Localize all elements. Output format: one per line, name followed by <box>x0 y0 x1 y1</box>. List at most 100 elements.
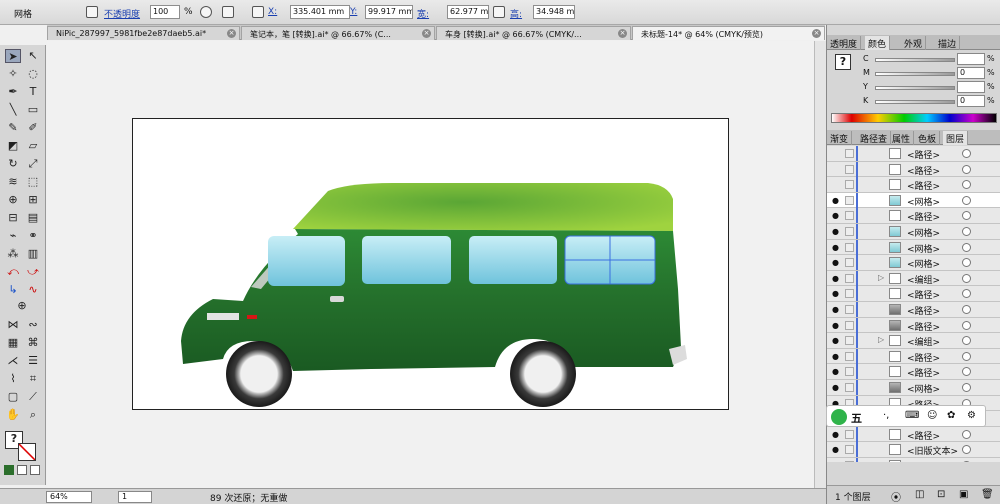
visibility-eye-icon[interactable]: ● <box>832 196 841 205</box>
visibility-eye-icon[interactable]: ● <box>832 274 841 283</box>
selection-tool-icon[interactable]: ➤ <box>5 49 21 63</box>
pencil-tool-icon[interactable]: ✐ <box>25 121 41 135</box>
tab-pathfinder[interactable]: 路径查 <box>857 131 892 145</box>
measure-tool-icon[interactable]: ⌗ <box>25 372 41 386</box>
mesh-twist-tool-icon[interactable]: ⌘ <box>25 336 41 350</box>
eraser-tool-icon[interactable]: ▱ <box>25 139 41 153</box>
tab-swatches[interactable]: 色板 <box>915 131 941 145</box>
artboard[interactable] <box>132 118 729 410</box>
target-circle-icon[interactable] <box>962 445 971 455</box>
lock-toggle-icon[interactable] <box>845 320 854 330</box>
pen-tool-icon[interactable]: ✒ <box>5 85 21 99</box>
layer-row[interactable]: ● ▷ <编组> <box>827 333 1000 349</box>
lock-toggle-icon[interactable] <box>845 180 854 190</box>
slice-tool-icon[interactable]: ⋌ <box>5 354 21 368</box>
make-clipping-mask-icon[interactable]: ◫ <box>915 489 924 500</box>
artboard-tool-icon[interactable]: ▢ <box>5 390 21 404</box>
lock-toggle-icon[interactable] <box>845 195 854 205</box>
tab-gradient[interactable]: 渐变 <box>827 131 853 145</box>
width-tool-icon[interactable]: ⋈ <box>5 318 21 332</box>
layer-row[interactable]: ● <路径> <box>827 302 1000 318</box>
layer-row[interactable]: ● <网格> <box>827 192 1000 209</box>
visibility-eye-icon[interactable]: ● <box>832 227 841 236</box>
tab-attributes[interactable]: 属性 <box>889 131 915 145</box>
target-circle-icon[interactable] <box>962 320 971 330</box>
visibility-eye-icon[interactable]: ● <box>832 243 841 252</box>
color-spectrum-bar[interactable] <box>831 113 997 123</box>
layer-row[interactable]: ● <路径> <box>827 458 1000 462</box>
eyedropper2-tool-icon[interactable]: ⌇ <box>5 372 21 386</box>
new-layer-icon[interactable]: ▣ <box>959 489 968 500</box>
target-circle-icon[interactable] <box>962 305 971 314</box>
lasso-tool-icon[interactable]: ◌ <box>25 67 41 81</box>
new-sublayer-icon[interactable]: ⊡ <box>937 489 945 500</box>
slider-track[interactable] <box>875 58 955 62</box>
slider-value[interactable] <box>957 81 985 93</box>
slider-value[interactable]: 0 <box>957 67 985 79</box>
lock-toggle-icon[interactable] <box>845 429 854 439</box>
target-circle-icon[interactable] <box>962 180 971 190</box>
slider-c[interactable]: C % <box>831 53 997 67</box>
close-icon[interactable]: × <box>422 29 431 38</box>
ime-settings-icon[interactable]: ⚙ <box>967 410 976 421</box>
blend-tool-icon[interactable]: ⚭ <box>25 229 41 243</box>
visibility-eye-icon[interactable]: ● <box>832 430 841 439</box>
slider-track[interactable] <box>875 86 955 90</box>
visibility-eye-icon[interactable]: ● <box>832 461 841 462</box>
paintbrush-tool-icon[interactable]: ✎ <box>5 121 21 135</box>
tab-appearance[interactable]: 外观 <box>901 36 927 50</box>
layer-row[interactable]: ● ▷ <编组> <box>827 270 1000 287</box>
tab-document-1[interactable]: NiPic_287997_5981fbe2e87daeb5.ai* × <box>47 26 240 40</box>
close-icon[interactable]: × <box>227 29 236 38</box>
visibility-eye-icon[interactable]: ● <box>832 383 841 392</box>
line-tool-icon[interactable]: ╲ <box>5 103 21 117</box>
shape-builder-tool-icon[interactable]: ⊕ <box>5 193 21 207</box>
recolor-icon[interactable] <box>200 6 212 18</box>
slider-y[interactable]: Y % <box>831 81 997 95</box>
lock-toggle-icon[interactable] <box>845 383 854 392</box>
close-icon[interactable]: × <box>812 29 821 38</box>
locate-object-icon[interactable]: ⦿ <box>891 489 901 504</box>
ime-mode-label[interactable]: 五 <box>851 410 862 426</box>
column-graph-tool-icon[interactable]: ▥ <box>25 247 41 261</box>
perspective-grid-tool-icon[interactable]: ⊟ <box>5 211 21 225</box>
gradient-mode-icon[interactable] <box>17 465 27 475</box>
lock-toggle-icon[interactable] <box>845 289 854 299</box>
target-circle-icon[interactable] <box>962 211 971 221</box>
lock-toggle-icon[interactable] <box>845 227 854 236</box>
slider-m[interactable]: M 0 % <box>831 67 997 81</box>
layer-row[interactable]: ● <路径> <box>827 364 1000 380</box>
visibility-eye-icon[interactable] <box>832 180 841 189</box>
lock-toggle-icon[interactable] <box>845 367 854 377</box>
zoom-tool-icon[interactable]: ⌕ <box>25 408 41 422</box>
color-mode-icon[interactable] <box>4 465 14 475</box>
rotate-tool-icon[interactable]: ↻ <box>5 157 21 171</box>
lock-toggle-icon[interactable] <box>845 242 854 252</box>
width-input[interactable]: 62.977 mm <box>447 5 489 19</box>
close-icon[interactable]: × <box>618 29 627 38</box>
layer-row[interactable]: ● <路径> <box>827 286 1000 302</box>
slice-select-tool-icon[interactable]: ⟋ <box>25 390 41 404</box>
lock-toggle-icon[interactable] <box>845 351 854 361</box>
y-input[interactable]: 99.917 mm <box>365 5 413 19</box>
layer-row[interactable]: ● <路径> <box>827 348 1000 365</box>
visibility-eye-icon[interactable] <box>832 165 841 174</box>
direct-selection-tool-icon[interactable]: ↖ <box>25 49 41 63</box>
layer-row[interactable]: ● <网格> <box>827 239 1000 256</box>
visibility-eye-icon[interactable]: ● <box>832 367 841 376</box>
constrain-link-icon[interactable] <box>493 6 505 18</box>
lock-toggle-icon[interactable] <box>845 461 854 462</box>
page-select[interactable]: 1 <box>118 491 152 503</box>
slider-k[interactable]: K 0 % <box>831 95 997 109</box>
tab-stroke[interactable]: 描边 <box>935 36 961 50</box>
tab-layers[interactable]: 图层 <box>943 131 969 145</box>
blob-brush-tool-icon[interactable]: ◩ <box>5 139 21 153</box>
visibility-eye-icon[interactable] <box>832 149 841 158</box>
target-circle-icon[interactable] <box>962 383 971 392</box>
layer-row[interactable]: ● <路径> <box>827 317 1000 334</box>
target-circle-icon[interactable] <box>962 242 971 252</box>
opacity-input[interactable]: 100 <box>150 5 180 19</box>
anchor-convert-tool-icon[interactable]: ↳ <box>5 283 21 297</box>
target-circle-icon[interactable] <box>962 273 971 283</box>
target-circle-icon[interactable] <box>962 227 971 236</box>
